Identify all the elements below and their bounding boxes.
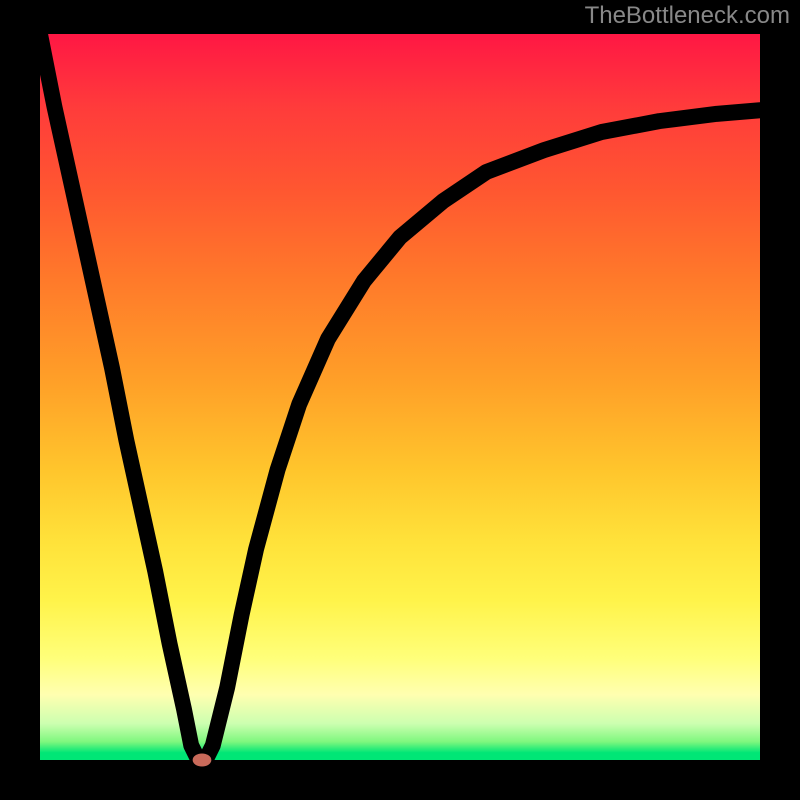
frame-border-bottom: [0, 760, 800, 800]
frame-border-right: [760, 0, 800, 800]
watermark-text: TheBottleneck.com: [585, 2, 790, 30]
chart-frame: TheBottleneck.com: [0, 0, 800, 800]
chart-svg: [40, 34, 760, 760]
frame-border-left: [0, 0, 40, 800]
plot-area: [40, 34, 760, 760]
bottleneck-curve-path: [40, 34, 760, 760]
min-point-marker: [193, 753, 212, 766]
